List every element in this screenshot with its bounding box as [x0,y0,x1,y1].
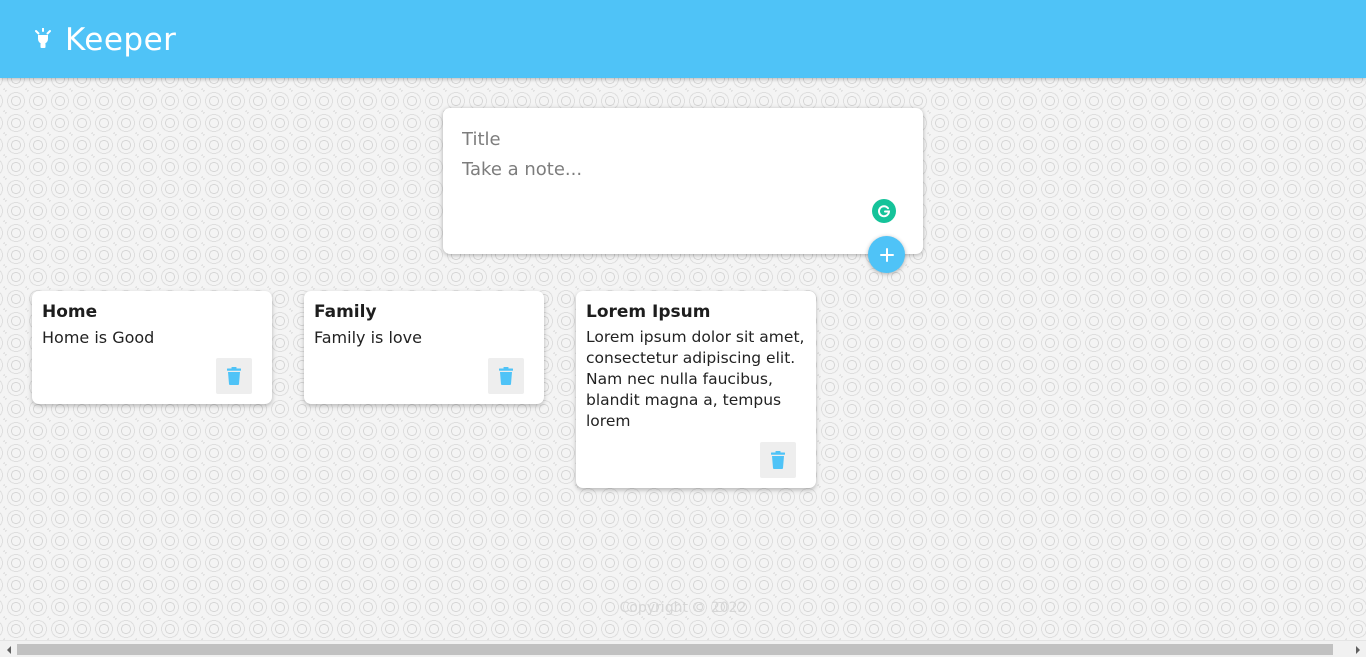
note-content: Family is love [314,328,422,347]
note-card: Lorem Ipsum Lorem ipsum dolor sit amet, … [576,291,816,488]
note-content: Lorem ipsum dolor sit amet, consectetur … [586,328,810,430]
trash-icon [227,367,241,385]
note-title-input[interactable] [462,126,882,152]
plus-icon [879,247,895,263]
copyright-text: Copyright © 2022 [619,600,747,616]
add-note-button[interactable] [868,236,905,273]
trash-icon [499,367,513,385]
note-card: Home Home is Good [32,291,272,404]
note-title: Lorem Ipsum [586,302,711,322]
scroll-left-arrow-icon[interactable] [0,641,17,657]
grammarly-icon[interactable] [872,199,896,223]
delete-note-button[interactable] [760,442,796,478]
app-header: Keeper [0,0,1366,78]
note-title: Home [42,302,98,322]
note-content: Home is Good [42,328,155,347]
scroll-right-arrow-icon[interactable] [1349,641,1366,657]
note-title: Family [314,302,377,322]
lightbulb-icon [34,27,52,50]
app-title: Keeper [65,22,177,58]
create-note-form [443,108,923,254]
delete-note-button[interactable] [216,358,252,394]
note-content-input[interactable] [462,159,882,219]
delete-note-button[interactable] [488,358,524,394]
scrollbar-thumb[interactable] [17,644,1333,655]
note-card: Family Family is love [304,291,544,404]
trash-icon [771,451,785,469]
horizontal-scrollbar[interactable] [0,640,1366,657]
footer: Copyright © 2022 [0,600,1366,616]
